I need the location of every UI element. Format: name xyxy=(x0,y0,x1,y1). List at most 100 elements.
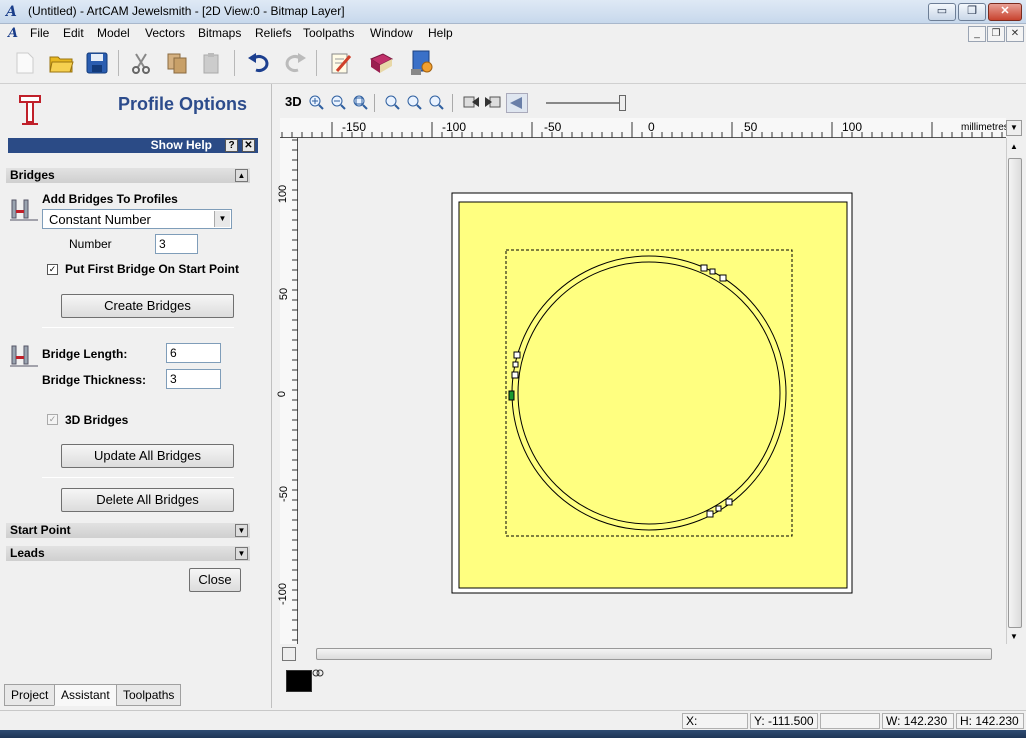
start-point-marker[interactable] xyxy=(508,390,515,401)
mdi-restore-button[interactable]: ❐ xyxy=(987,26,1005,42)
opacity-slider-handle[interactable] xyxy=(619,95,626,111)
panel-title: Profile Options xyxy=(118,94,248,114)
section-start-point[interactable]: Start Point ▼ xyxy=(6,523,250,538)
status-empty xyxy=(820,713,880,729)
paste-icon[interactable] xyxy=(196,48,226,78)
3d-view-button[interactable]: 3D xyxy=(285,94,302,109)
3d-bridges-checkbox[interactable]: ✓ xyxy=(47,414,58,425)
zoom-out-icon[interactable] xyxy=(330,94,346,113)
toolbar-separator xyxy=(452,94,453,112)
help-book-icon[interactable] xyxy=(366,48,396,78)
bridge-thickness-input[interactable]: 3 xyxy=(166,369,221,389)
horizontal-scrollbar[interactable] xyxy=(280,646,1006,662)
bridge-mode-value: Constant Number xyxy=(49,212,151,227)
bridge-mode-select[interactable]: Constant Number ▼ xyxy=(42,209,232,229)
section-bridges-label: Bridges xyxy=(10,168,55,182)
bridge-length-input[interactable]: 6 xyxy=(166,343,221,363)
ruler-tick-label: 100 xyxy=(277,184,290,204)
layer-down-icon[interactable] xyxy=(484,94,502,113)
number-input[interactable]: 3 xyxy=(155,234,198,254)
update-all-bridges-button[interactable]: Update All Bridges xyxy=(61,444,234,468)
help-question-button[interactable]: ? xyxy=(225,139,238,152)
new-document-icon[interactable] xyxy=(10,48,40,78)
ruler-units-label: millimetres xyxy=(961,122,1009,133)
ruler-tick-label: -100 xyxy=(277,582,290,606)
zoom-area-icon[interactable] xyxy=(352,94,368,113)
drawing-canvas[interactable] xyxy=(298,138,1006,644)
copy-icon[interactable] xyxy=(162,48,192,78)
close-button[interactable]: Close xyxy=(189,568,241,592)
document-icon[interactable]: A xyxy=(8,26,18,41)
help-close-button[interactable]: ✕ xyxy=(242,139,255,152)
menu-bitmaps[interactable]: Bitmaps xyxy=(194,26,245,40)
horizontal-scroll-thumb[interactable] xyxy=(316,648,992,660)
save-icon[interactable] xyxy=(82,48,112,78)
mdi-minimize-button[interactable]: _ xyxy=(968,26,986,42)
redo-icon[interactable] xyxy=(280,48,310,78)
first-bridge-label: Put First Bridge On Start Point xyxy=(65,262,240,276)
first-bridge-checkbox[interactable]: ✓ xyxy=(47,264,58,275)
collapse-arrow-icon[interactable]: ▲ xyxy=(235,169,248,182)
swap-colors-icon[interactable] xyxy=(312,668,324,681)
delete-all-bridges-button[interactable]: Delete All Bridges xyxy=(61,488,234,512)
wizard-icon[interactable] xyxy=(408,48,438,78)
menu-bar: A File Edit Model Vectors Bitmaps Relief… xyxy=(0,24,1026,44)
open-folder-icon[interactable] xyxy=(46,48,76,78)
profile-tool-icon xyxy=(16,94,46,126)
ruler-tick-label: -100 xyxy=(442,120,467,134)
scroll-down-icon[interactable]: ▼ xyxy=(1010,632,1018,641)
menu-window[interactable]: Window xyxy=(366,26,417,40)
expand-arrow-icon[interactable]: ▼ xyxy=(235,547,248,560)
menu-reliefs[interactable]: Reliefs xyxy=(251,26,296,40)
scroll-up-icon[interactable]: ▲ xyxy=(1010,142,1018,151)
vertical-scroll-thumb[interactable] xyxy=(1008,158,1022,628)
divider xyxy=(42,327,234,328)
menu-toolpaths[interactable]: Toolpaths xyxy=(299,26,358,40)
vertical-scrollbar[interactable]: ▲ ▼ xyxy=(1006,138,1024,644)
opacity-slider-track[interactable] xyxy=(546,102,620,104)
menu-vectors[interactable]: Vectors xyxy=(141,26,189,40)
menu-help[interactable]: Help xyxy=(424,26,457,40)
cut-icon[interactable] xyxy=(126,48,156,78)
bridge-dimensions-icon xyxy=(10,342,38,368)
undo-icon[interactable] xyxy=(244,48,274,78)
menu-file[interactable]: File xyxy=(26,26,53,40)
zoom-in-icon[interactable] xyxy=(308,94,324,113)
3d-bridges-label: 3D Bridges xyxy=(65,413,129,427)
menu-model[interactable]: Model xyxy=(93,26,134,40)
section-leads[interactable]: Leads ▼ xyxy=(6,546,250,561)
notes-icon[interactable] xyxy=(326,48,356,78)
fill-toggle-icon[interactable] xyxy=(506,93,528,113)
show-help-label: Show Help xyxy=(150,138,212,152)
scroll-split-icon[interactable] xyxy=(282,647,296,661)
ruler-tick-label: 50 xyxy=(744,120,758,134)
close-window-button[interactable]: ✕ xyxy=(988,3,1022,21)
section-bridges[interactable]: Bridges ▲ xyxy=(6,168,250,183)
toolbar-separator xyxy=(118,50,119,76)
tab-assistant[interactable]: Assistant xyxy=(54,684,117,706)
zoom-previous-icon[interactable] xyxy=(384,94,400,113)
minimize-button[interactable]: ▭ xyxy=(928,3,956,21)
bridge-thickness-label: Bridge Thickness: xyxy=(42,373,147,387)
chevron-down-icon[interactable]: ▼ xyxy=(214,211,230,227)
ruler-tick-label: 0 xyxy=(276,390,289,398)
units-dropdown-icon[interactable]: ▼ xyxy=(1006,120,1022,136)
ruler-tick-label: -150 xyxy=(342,120,367,134)
menu-edit[interactable]: Edit xyxy=(59,26,88,40)
section-start-point-label: Start Point xyxy=(10,523,71,537)
vertical-ruler: 100 50 0 -50 -100 xyxy=(276,138,298,644)
expand-arrow-icon[interactable]: ▼ xyxy=(235,524,248,537)
zoom-selection-icon[interactable] xyxy=(428,94,444,113)
add-bridges-label: Add Bridges To Profiles xyxy=(42,192,178,206)
restore-button[interactable]: ❐ xyxy=(958,3,986,21)
create-bridges-button[interactable]: Create Bridges xyxy=(61,294,234,318)
primary-color-swatch[interactable] xyxy=(286,670,312,692)
zoom-fit-icon[interactable] xyxy=(406,94,422,113)
tab-project[interactable]: Project xyxy=(4,684,56,706)
show-help-bar[interactable]: Show Help ? ✕ xyxy=(8,138,258,153)
ruler-tick-label: 50 xyxy=(278,287,291,301)
mdi-close-button[interactable]: ✕ xyxy=(1006,26,1024,42)
layer-up-icon[interactable] xyxy=(462,94,480,113)
assistant-panel: Profile Options Show Help ? ✕ Bridges ▲ … xyxy=(0,84,272,708)
tab-toolpaths[interactable]: Toolpaths xyxy=(116,684,182,706)
